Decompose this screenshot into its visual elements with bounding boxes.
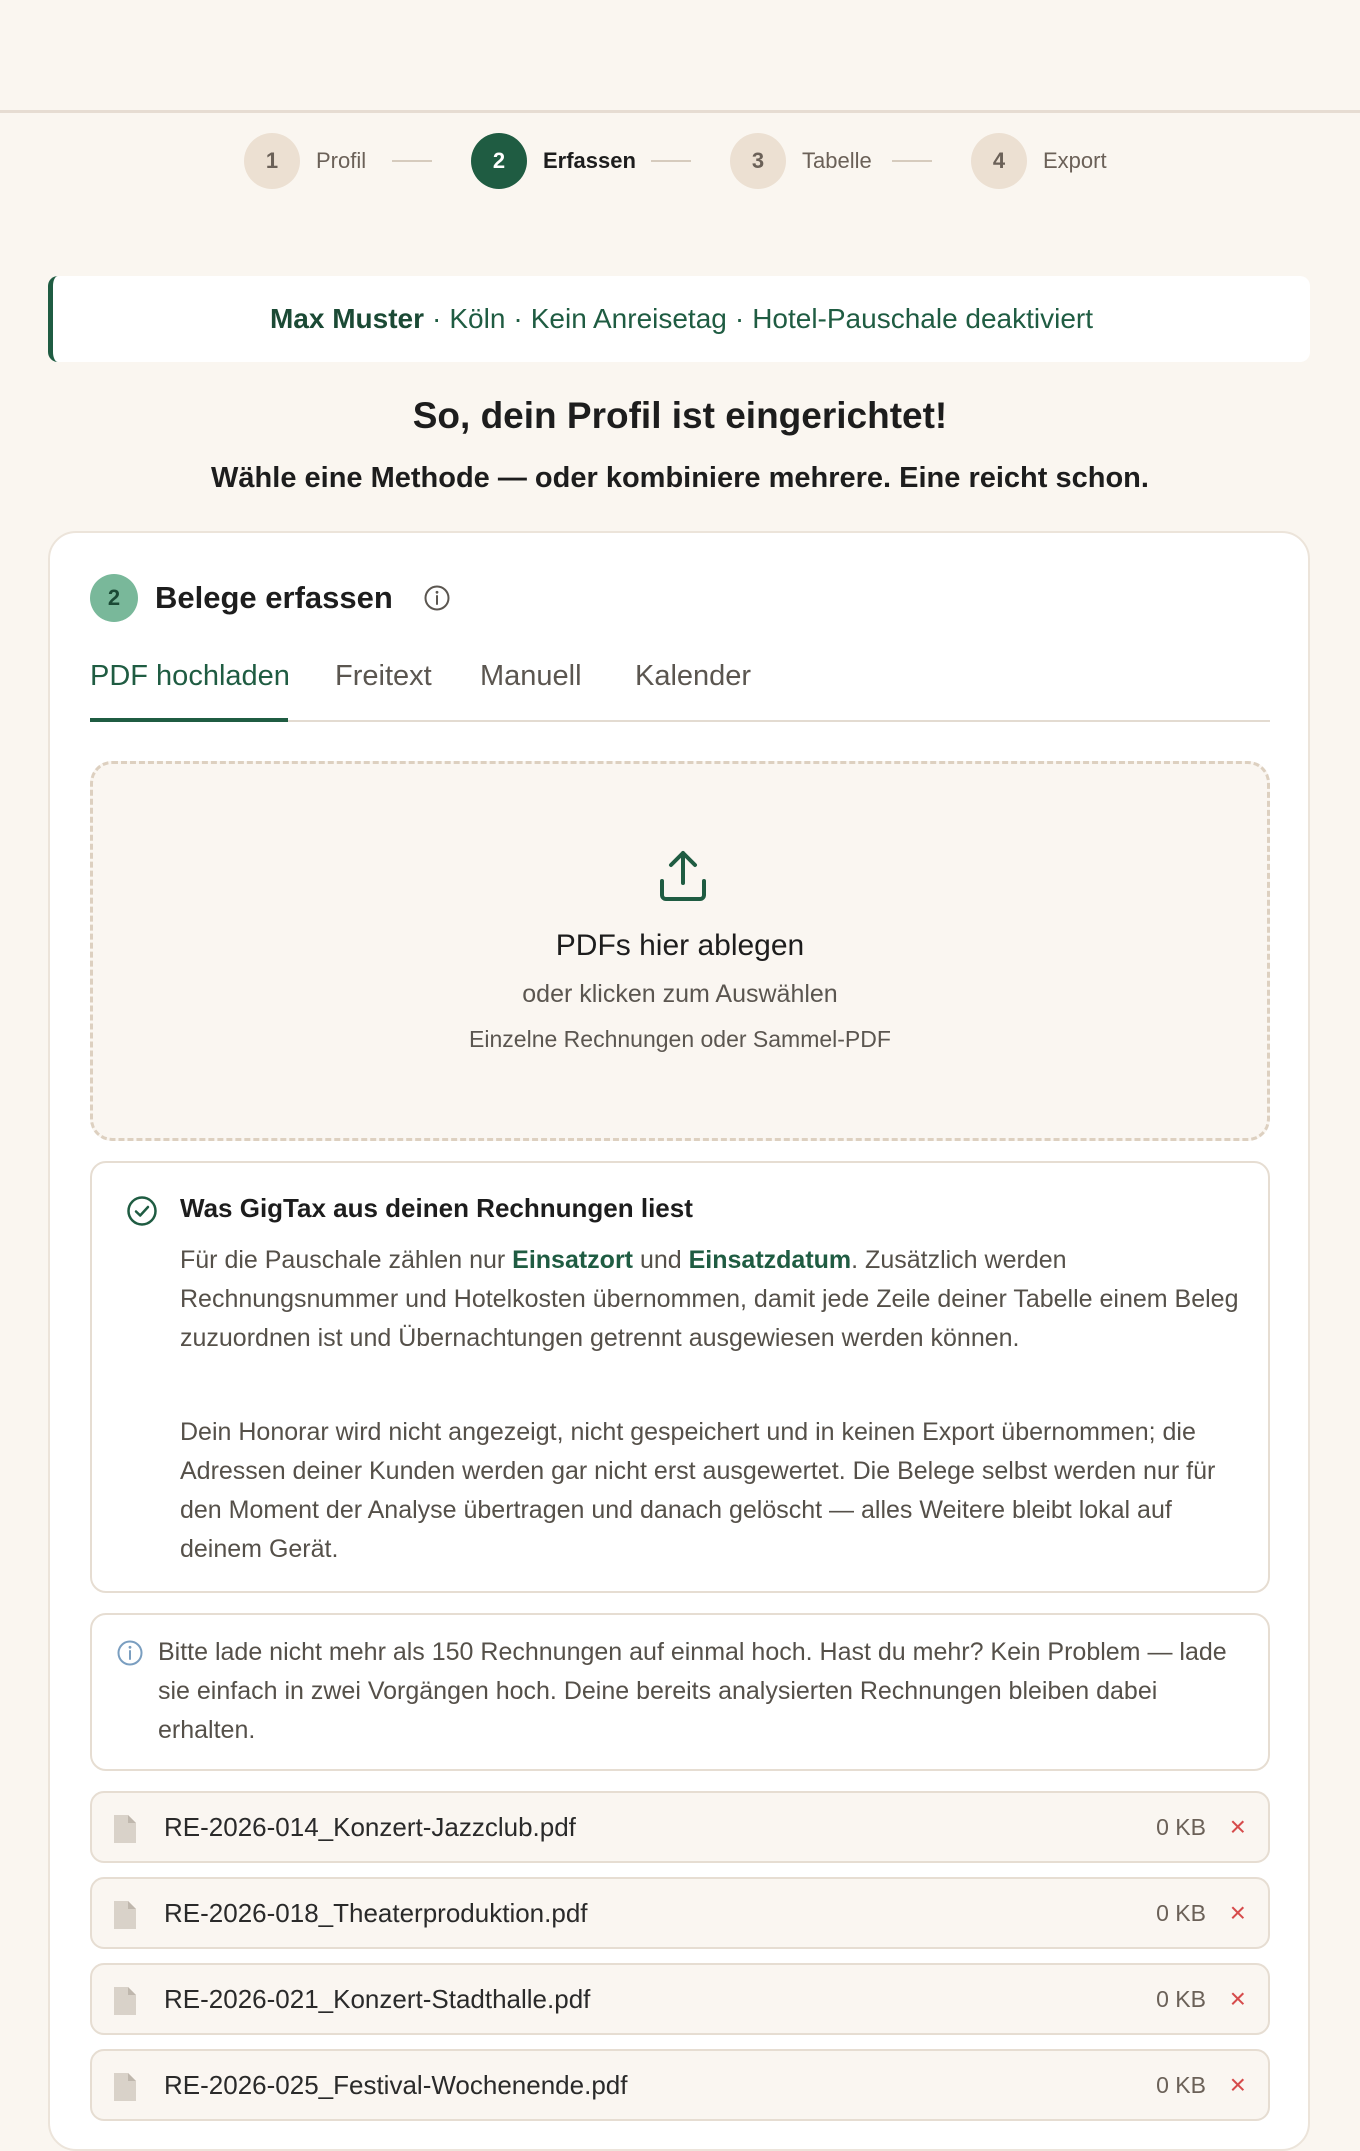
profile-hotel: Hotel-Pauschale deaktiviert [752, 303, 1094, 334]
step-number: 3 [730, 133, 786, 189]
remove-file-button[interactable]: × [1230, 1983, 1246, 2015]
step-label: Erfassen [543, 148, 636, 173]
file-item: RE-2026-014_Konzert-Jazzclub.pdf 0 KB × [90, 1791, 1270, 1863]
step-erfassen[interactable]: 2 Erfassen [471, 133, 636, 189]
tab-pdf-hochladen[interactable]: PDF hochladen [90, 660, 290, 693]
highlight-einsatzdatum: Einsatzdatum [688, 1246, 852, 1274]
upload-limit-notice: Bitte lade nicht mehr als 150 Rechnungen… [90, 1613, 1270, 1771]
step-profil[interactable]: 1 Profil [244, 133, 366, 189]
file-item: RE-2026-018_Theaterproduktion.pdf 0 KB × [90, 1877, 1270, 1949]
dropzone-subtitle: oder klicken zum Auswählen [522, 980, 838, 1008]
privacy-text: Dein Honorar wird nicht angezeigt, nicht… [180, 1418, 1216, 1563]
remove-file-button[interactable]: × [1230, 1897, 1246, 1929]
file-name: RE-2026-018_Theaterproduktion.pdf [164, 1898, 588, 1928]
file-name: RE-2026-025_Festival-Wochenende.pdf [164, 2070, 628, 2100]
step-number: 4 [971, 133, 1027, 189]
info-icon[interactable] [423, 584, 451, 612]
capture-card: 2 Belege erfassen PDF hochladen Freitext… [48, 531, 1310, 2151]
page-title: So, dein Profil ist eingerichtet! [412, 395, 948, 436]
file-icon [114, 1815, 136, 1843]
info-icon [117, 1640, 143, 1666]
tab-kalender[interactable]: Kalender [635, 660, 751, 693]
card-header: 2 Belege erfassen [90, 573, 451, 623]
dropzone-title: PDFs hier ablegen [555, 929, 805, 962]
pdf-dropzone[interactable]: PDFs hier ablegen oder klicken zum Auswä… [90, 761, 1270, 1141]
card-step-badge: 2 [90, 574, 138, 622]
profile-name: Max Muster [269, 303, 425, 334]
tab-manuell[interactable]: Manuell [480, 660, 582, 693]
file-item: RE-2026-021_Konzert-Stadthalle.pdf 0 KB … [90, 1963, 1270, 2035]
data-usage-panel: Was GigTax aus deinen Rechnungen liest F… [90, 1161, 1270, 1593]
dropzone-hint: Einzelne Rechnungen oder Sammel-PDF [469, 1026, 891, 1052]
page-subtitle: Wähle eine Methode — oder kombiniere meh… [211, 462, 1149, 494]
card-title: Belege erfassen [155, 580, 393, 615]
top-bar [0, 0, 1360, 113]
step-number: 1 [244, 133, 300, 189]
profile-summary-banner: Max Muster · Köln · Kein Anreisetag · Ho… [48, 276, 1310, 362]
notice-text: Bitte lade nicht mehr als 150 Rechnungen… [158, 1638, 1227, 1744]
tab-freitext[interactable]: Freitext [335, 660, 432, 693]
step-label: Tabelle [802, 148, 872, 173]
file-icon [114, 2073, 136, 2101]
step-connector [892, 160, 932, 162]
remove-file-button[interactable]: × [1230, 2069, 1246, 2101]
data-usage-title: Was GigTax aus deinen Rechnungen liest [180, 1193, 693, 1223]
separator: · [513, 303, 523, 334]
file-icon [114, 1901, 136, 1929]
step-number: 2 [471, 133, 527, 189]
progress-stepper: 1 Profil 2 Erfassen 3 Tabelle 4 Export [0, 133, 1360, 189]
step-connector [392, 160, 432, 162]
file-name: RE-2026-014_Konzert-Jazzclub.pdf [164, 1812, 576, 1842]
step-tabelle[interactable]: 3 Tabelle [730, 133, 872, 189]
check-circle-icon [127, 1196, 157, 1226]
file-size: 0 KB [1156, 1900, 1206, 1926]
upload-icon [660, 851, 706, 901]
profile-arrival: Kein Anreisetag [530, 303, 727, 334]
separator: · [734, 303, 745, 334]
highlight-einsatzort: Einsatzort [512, 1246, 634, 1274]
profile-city: Köln [449, 303, 506, 334]
file-item: RE-2026-025_Festival-Wochenende.pdf 0 KB… [90, 2049, 1270, 2121]
file-name: RE-2026-021_Konzert-Stadthalle.pdf [164, 1984, 591, 2014]
file-size: 0 KB [1156, 2072, 1206, 2098]
step-export[interactable]: 4 Export [971, 133, 1107, 189]
step-label: Export [1043, 148, 1107, 173]
file-size: 0 KB [1156, 1986, 1206, 2012]
file-icon [114, 1987, 136, 2015]
separator: · [432, 303, 442, 334]
step-label: Profil [316, 148, 367, 173]
file-size: 0 KB [1156, 1814, 1206, 1840]
method-tabs: PDF hochladen Freitext Manuell Kalender [90, 648, 1270, 722]
step-connector [651, 160, 691, 162]
data-usage-text: Für die Pauschale zählen nur Einsatzort … [180, 1246, 1239, 1352]
active-tab-indicator [90, 718, 288, 722]
remove-file-button[interactable]: × [1230, 1811, 1246, 1843]
